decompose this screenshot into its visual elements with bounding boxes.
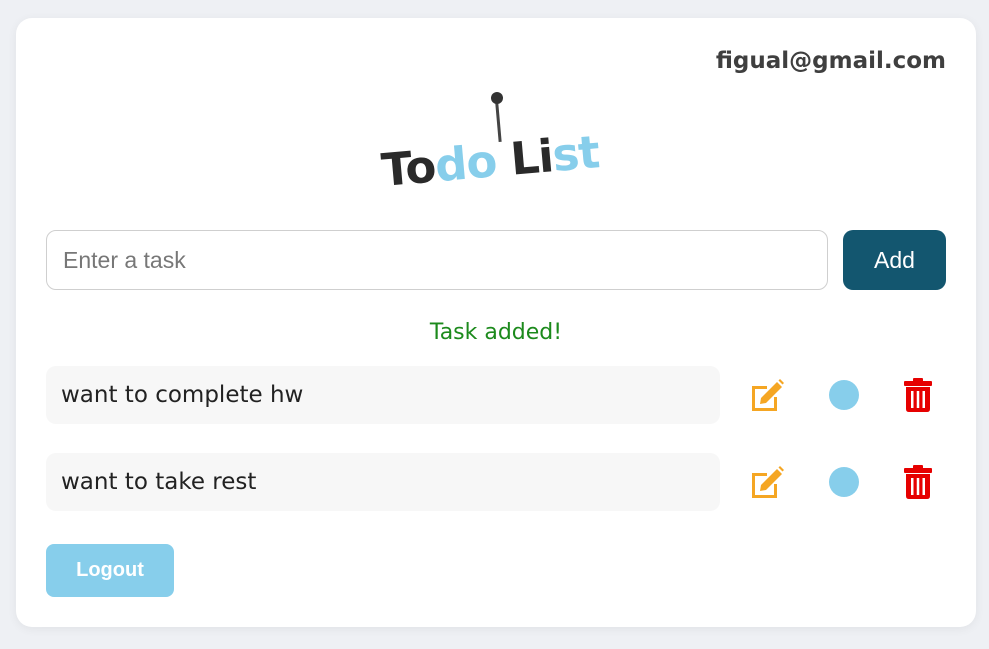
logo-part-3: Li xyxy=(493,129,555,187)
todo-list-logo: Todo List xyxy=(379,92,614,202)
user-email: figual@gmail.com xyxy=(715,48,946,74)
task-text: want to complete hw xyxy=(46,366,720,424)
complete-circle-button[interactable] xyxy=(829,380,859,410)
trash-icon[interactable] xyxy=(904,465,932,499)
pin-head xyxy=(491,92,503,104)
edit-icon[interactable] xyxy=(749,378,785,412)
trash-icon[interactable] xyxy=(904,378,932,412)
task-input[interactable] xyxy=(46,230,828,290)
logo-part-1: To xyxy=(379,139,438,197)
complete-circle-button[interactable] xyxy=(829,467,859,497)
todo-card: figual@gmail.com Todo List Add Task adde… xyxy=(16,18,976,627)
logo-part-2: do xyxy=(432,134,499,193)
edit-icon[interactable] xyxy=(749,465,785,499)
add-button[interactable]: Add xyxy=(843,230,946,290)
task-row: want to take rest xyxy=(46,453,946,511)
logo-part-4: st xyxy=(550,125,602,183)
task-row: want to complete hw xyxy=(46,366,946,424)
logo-title: Todo List xyxy=(379,125,601,197)
status-message: Task added! xyxy=(429,320,563,345)
logout-button[interactable]: Logout xyxy=(46,544,174,597)
task-text: want to take rest xyxy=(46,453,720,511)
